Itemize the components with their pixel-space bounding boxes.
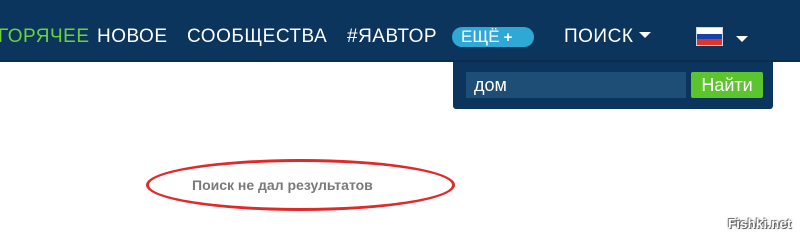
nav-hot-link[interactable]: ГОРЯЧЕЕ [0, 26, 90, 48]
no-results-message: Поиск не дал результатов [192, 177, 373, 193]
search-input[interactable] [466, 72, 686, 98]
search-menu-toggle[interactable]: ПОИСК [564, 26, 652, 48]
search-menu-label: ПОИСК [564, 26, 634, 47]
flag-stripe-red [697, 39, 722, 45]
nav-new-link[interactable]: НОВОЕ [97, 26, 168, 48]
more-button[interactable]: ЕЩЁ + [452, 27, 534, 47]
chevron-down-icon [639, 32, 652, 39]
russian-flag-icon [696, 27, 723, 46]
search-submit-button[interactable]: Найти [691, 72, 763, 98]
chevron-down-icon [736, 36, 748, 42]
nav-communities-link[interactable]: СООБЩЕСТВА [187, 26, 327, 48]
plus-icon: + [503, 29, 513, 46]
nav-author-link[interactable]: #ЯАВТОР [347, 26, 437, 48]
more-label: ЕЩЁ [461, 27, 500, 46]
search-dropdown-panel: Найти [453, 62, 773, 109]
watermark-logo: Fishki.net [728, 216, 792, 231]
top-navbar: ГОРЯЧЕЕ НОВОЕ СООБЩЕСТВА #ЯАВТОР ЕЩЁ + ПО… [0, 0, 800, 62]
page: ГОРЯЧЕЕ НОВОЕ СООБЩЕСТВА #ЯАВТОР ЕЩЁ + ПО… [0, 0, 800, 240]
